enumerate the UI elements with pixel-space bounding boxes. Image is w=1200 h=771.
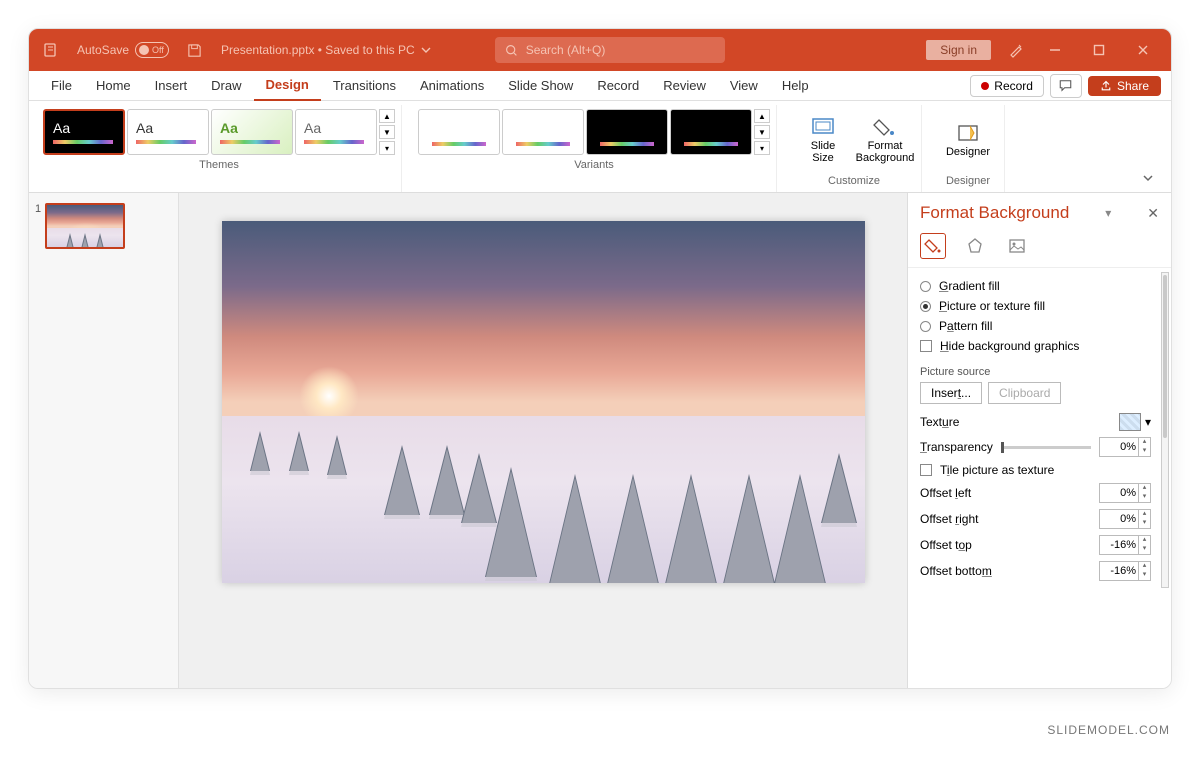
ribbon-group-variants: ▲▼▾ Variants (412, 105, 777, 192)
tab-record[interactable]: Record (585, 71, 651, 101)
designer-label: Designer (946, 175, 990, 187)
theme-thumb-3[interactable]: Aa (211, 109, 293, 155)
pane-tab-picture-icon[interactable] (1004, 233, 1030, 259)
texture-swatch[interactable] (1119, 413, 1141, 431)
theme-thumb-4[interactable]: Aa (295, 109, 377, 155)
workspace: 1 (29, 193, 1171, 688)
themes-label: Themes (199, 159, 239, 171)
pane-tab-fill-icon[interactable] (920, 233, 946, 259)
offset-left-label: Offset left (920, 486, 971, 500)
watermark: SLIDEMODEL.COM (1047, 723, 1170, 737)
variant-thumb-1[interactable] (418, 109, 500, 155)
pane-title: Format Background (920, 203, 1069, 223)
offset-top-label: Offset top (920, 538, 972, 552)
close-button[interactable] (1121, 29, 1165, 71)
pane-scrollbar[interactable] (1161, 272, 1169, 588)
share-icon (1100, 80, 1112, 92)
tab-transitions[interactable]: Transitions (321, 71, 408, 101)
slide-size-button[interactable]: Slide Size (793, 109, 853, 171)
ribbon-collapse-icon[interactable] (1133, 167, 1163, 192)
tab-slideshow[interactable]: Slide Show (496, 71, 585, 101)
texture-label: Texture (920, 415, 959, 429)
app-icon (35, 33, 69, 67)
designer-button[interactable]: Designer (938, 109, 998, 171)
record-button[interactable]: Record (970, 75, 1044, 97)
comments-button[interactable] (1050, 74, 1082, 98)
pane-menu-icon[interactable]: ▾ (1105, 206, 1111, 220)
tab-help[interactable]: Help (770, 71, 821, 101)
picture-source-label: Picture source (920, 366, 1165, 378)
signin-button[interactable]: Sign in (926, 40, 991, 60)
tab-file[interactable]: File (39, 71, 84, 101)
ribbon: Aa Aa Aa Aa ▲▼▾ Themes ▲▼▾ Variants (29, 101, 1171, 193)
insert-button[interactable]: Insert... (920, 382, 982, 404)
option-gradient-fill[interactable]: GGradient fillradient fill (920, 276, 1165, 296)
slide-canvas-area[interactable] (179, 193, 907, 688)
maximize-button[interactable] (1077, 29, 1121, 71)
option-tile[interactable]: Tile picture as texture (920, 460, 1165, 480)
clipboard-button[interactable]: Clipboard (988, 382, 1061, 404)
document-title[interactable]: Presentation.pptx • Saved to this PC (221, 43, 431, 57)
autosave-toggle[interactable]: AutoSave Off (77, 42, 169, 58)
share-button[interactable]: Share (1088, 76, 1161, 96)
search-placeholder: Search (Alt+Q) (526, 43, 606, 57)
tab-animations[interactable]: Animations (408, 71, 496, 101)
search-input[interactable]: Search (Alt+Q) (495, 37, 725, 63)
offset-left-stepper[interactable]: ▴▾ (1099, 483, 1151, 503)
slide-number: 1 (35, 203, 41, 249)
tab-review[interactable]: Review (651, 71, 718, 101)
offset-right-label: Offset right (920, 512, 979, 526)
slide-canvas (222, 221, 865, 583)
titlebar: AutoSave Off Presentation.pptx • Saved t… (29, 29, 1171, 71)
format-background-button[interactable]: Format Background (855, 109, 915, 171)
option-pattern-fill[interactable]: Pattern fill (920, 316, 1165, 336)
search-icon (505, 44, 518, 57)
option-picture-fill[interactable]: Picture or texture fill (920, 296, 1165, 316)
autosave-label: AutoSave (77, 43, 129, 57)
tab-design[interactable]: Design (254, 71, 321, 101)
pane-close-icon[interactable]: ✕ (1147, 205, 1159, 222)
autosave-state: Off (152, 45, 164, 55)
transparency-slider[interactable] (1001, 446, 1091, 449)
tab-home[interactable]: Home (84, 71, 143, 101)
offset-right-stepper[interactable]: ▴▾ (1099, 509, 1151, 529)
minimize-button[interactable] (1033, 29, 1077, 71)
variant-thumb-4[interactable] (670, 109, 752, 155)
tab-view[interactable]: View (718, 71, 770, 101)
offset-bottom-label: Offset bottom (920, 564, 992, 578)
ribbon-group-themes: Aa Aa Aa Aa ▲▼▾ Themes (37, 105, 402, 192)
offset-bottom-stepper[interactable]: ▴▾ (1099, 561, 1151, 581)
variant-thumb-3[interactable] (586, 109, 668, 155)
tab-draw[interactable]: Draw (199, 71, 253, 101)
pane-tab-effects-icon[interactable] (962, 233, 988, 259)
tabbar: File Home Insert Draw Design Transitions… (29, 71, 1171, 101)
slide-thumbnails-pane: 1 (29, 193, 179, 688)
option-hide-bg[interactable]: Hide background graphics (920, 336, 1165, 356)
themes-scroll[interactable]: ▲▼▾ (379, 109, 395, 155)
variant-thumb-2[interactable] (502, 109, 584, 155)
texture-dropdown-icon[interactable]: ▾ (1145, 415, 1151, 429)
customize-label: Customize (828, 175, 880, 187)
variants-scroll[interactable]: ▲▼▾ (754, 109, 770, 155)
slide-thumbnail-1[interactable] (45, 203, 125, 249)
tab-insert[interactable]: Insert (143, 71, 200, 101)
coming-soon-icon[interactable] (999, 33, 1033, 67)
variants-label: Variants (574, 159, 614, 171)
ribbon-group-customize: Slide Size Format Background Customize (787, 105, 922, 192)
offset-top-stepper[interactable]: ▴▾ (1099, 535, 1151, 555)
transparency-stepper[interactable]: ▴▾ (1099, 437, 1151, 457)
theme-thumb-1[interactable]: Aa (43, 109, 125, 155)
save-icon[interactable] (177, 33, 211, 67)
ribbon-group-designer: Designer Designer (932, 105, 1005, 192)
transparency-label: Transparency (920, 440, 993, 454)
format-background-pane: Format Background ▾ ✕ GGradient fillradi… (907, 193, 1171, 688)
theme-thumb-2[interactable]: Aa (127, 109, 209, 155)
